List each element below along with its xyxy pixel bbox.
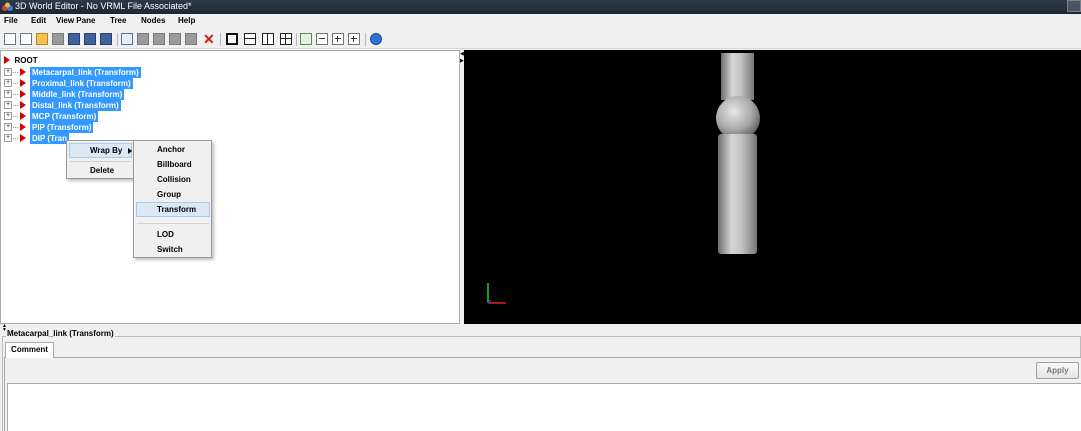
- submenu-item-anchor[interactable]: Anchor: [157, 145, 185, 154]
- 3d-scene: [487, 53, 760, 304]
- new-template-icon[interactable]: [20, 33, 32, 45]
- node-marker-icon: [20, 123, 26, 131]
- save-as-icon[interactable]: [84, 33, 96, 45]
- expand-icon[interactable]: +: [4, 134, 12, 142]
- tree-node-label: Distal_link (Transform): [30, 100, 121, 111]
- toolbar-separator: [220, 33, 221, 46]
- wrap-by-menu-item[interactable]: Wrap By: [90, 146, 122, 155]
- submenu-item-group[interactable]: Group: [157, 190, 181, 199]
- comment-textarea[interactable]: [7, 383, 1081, 431]
- layout-quad-icon[interactable]: [280, 33, 292, 45]
- layout-horizontal-split-icon[interactable]: [244, 33, 256, 45]
- submenu-item-collision[interactable]: Collision: [157, 175, 191, 184]
- joint-sphere[interactable]: [716, 96, 760, 140]
- toolbar-separator: [365, 33, 366, 46]
- apply-button[interactable]: Apply: [1036, 362, 1079, 379]
- menu-view-pane[interactable]: View Pane: [56, 16, 95, 25]
- menu-help[interactable]: Help: [178, 16, 195, 25]
- menu-nodes[interactable]: Nodes: [141, 16, 165, 25]
- tree-node-distal[interactable]: + Distal_link (Transform): [4, 100, 154, 111]
- submenu-item-billboard[interactable]: Billboard: [157, 160, 192, 169]
- node-marker-icon: [20, 134, 26, 142]
- app-icon: [2, 2, 13, 11]
- save-copy-icon[interactable]: [100, 33, 112, 45]
- expand-icon[interactable]: +: [4, 68, 12, 76]
- undo-icon[interactable]: [121, 33, 133, 45]
- cut-icon[interactable]: [137, 33, 149, 45]
- paste-child-icon[interactable]: [185, 33, 197, 45]
- expand-icon[interactable]: +: [4, 101, 12, 109]
- tree-root-label: ROOT: [14, 56, 38, 65]
- copy-icon[interactable]: [153, 33, 165, 45]
- new-file-icon[interactable]: [4, 33, 16, 45]
- menu-tree[interactable]: Tree: [110, 16, 126, 25]
- node-marker-icon: [20, 101, 26, 109]
- toolbar-separator: [296, 33, 297, 46]
- node-marker-icon: [4, 56, 10, 64]
- tree-node-proximal[interactable]: + Proximal_link (Transform): [4, 78, 154, 89]
- tree-node-metacarpal[interactable]: + Metacarpal_link (Transform): [4, 67, 154, 78]
- wrap-by-submenu: Anchor Billboard Collision Group Transfo…: [133, 140, 212, 258]
- close-file-icon[interactable]: [52, 33, 64, 45]
- 3d-viewport[interactable]: [464, 50, 1081, 324]
- tree-node-middle[interactable]: + Middle_link (Transform): [4, 89, 154, 100]
- tree-node-label: Metacarpal_link (Transform): [30, 67, 141, 78]
- submenu-item-switch[interactable]: Switch: [157, 245, 183, 254]
- tree-node-mcp[interactable]: + MCP (Transform): [4, 111, 154, 122]
- tree-root[interactable]: ROOT: [4, 55, 38, 65]
- tree-node-label: PIP (Transform): [30, 122, 94, 133]
- save-icon[interactable]: [68, 33, 80, 45]
- tree-node-label: DIP (Tran: [30, 133, 69, 144]
- tree-node-label: Proximal_link (Transform): [30, 78, 133, 89]
- toolbar: ✕: [0, 29, 1081, 49]
- scene-tree-pane[interactable]: ROOT + Metacarpal_link (Transform) + Pro…: [0, 50, 460, 324]
- expand-icon[interactable]: +: [4, 79, 12, 87]
- delete-menu-item[interactable]: Delete: [90, 166, 114, 175]
- window-title: 3D World Editor - No VRML File Associate…: [15, 1, 192, 11]
- help-icon[interactable]: [370, 33, 382, 45]
- expand-all-icon[interactable]: [348, 33, 360, 45]
- menu-bar: File Edit View Pane Tree Nodes Help: [0, 14, 1081, 29]
- layout-single-icon[interactable]: [226, 33, 238, 45]
- upper-link-cylinder[interactable]: [721, 53, 754, 100]
- paste-icon[interactable]: [169, 33, 181, 45]
- properties-title: Metacarpal_link (Transform): [6, 329, 115, 338]
- context-menu: Wrap By Delete: [66, 140, 135, 179]
- window-control-button[interactable]: [1067, 0, 1081, 12]
- expand-icon[interactable]: +: [4, 112, 12, 120]
- expand-icon[interactable]: [332, 33, 344, 45]
- title-bar: 3D World Editor - No VRML File Associate…: [0, 0, 1081, 14]
- collapse-icon[interactable]: [316, 33, 328, 45]
- node-marker-icon: [20, 79, 26, 87]
- open-folder-icon[interactable]: [36, 33, 48, 45]
- lower-link-cylinder[interactable]: [718, 134, 757, 254]
- toolbar-separator: [117, 33, 118, 46]
- tree-view-icon[interactable]: [300, 33, 312, 45]
- menu-file[interactable]: File: [4, 16, 18, 25]
- expand-icon[interactable]: +: [4, 90, 12, 98]
- tab-comment[interactable]: Comment: [5, 342, 54, 358]
- menu-edit[interactable]: Edit: [31, 16, 46, 25]
- horizontal-splitter[interactable]: ▲ ▼: [0, 324, 1081, 333]
- layout-vertical-split-icon[interactable]: [262, 33, 274, 45]
- menu-separator: [70, 161, 131, 162]
- node-marker-icon: [20, 68, 26, 76]
- tree-node-label: MCP (Transform): [30, 111, 99, 122]
- menu-separator: [137, 223, 209, 224]
- node-marker-icon: [20, 90, 26, 98]
- submenu-item-transform[interactable]: Transform: [157, 205, 196, 214]
- node-marker-icon: [20, 112, 26, 120]
- submenu-item-lod[interactable]: LOD: [157, 230, 174, 239]
- tree-node-label: Middle_link (Transform): [30, 89, 125, 100]
- delete-node-icon[interactable]: ✕: [203, 31, 215, 47]
- submenu-arrow-icon: [128, 148, 132, 154]
- expand-icon[interactable]: +: [4, 123, 12, 131]
- tree-node-pip[interactable]: + PIP (Transform): [4, 122, 154, 133]
